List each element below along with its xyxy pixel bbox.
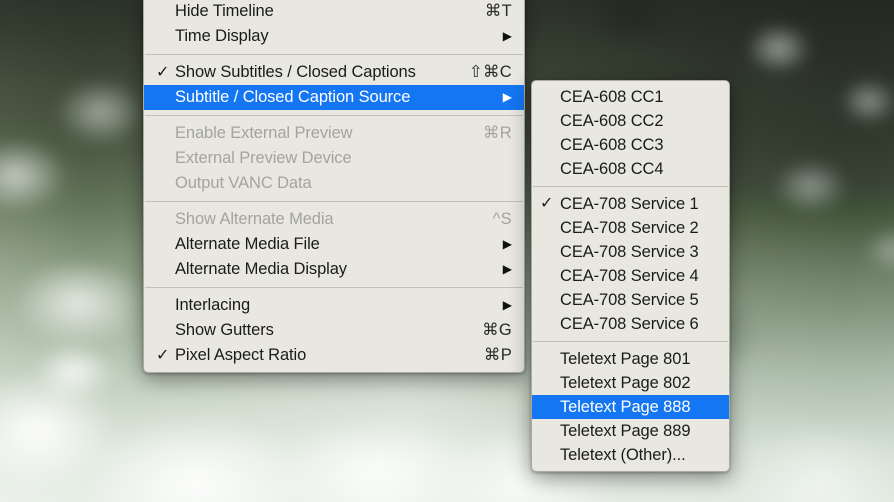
menu-item-label: Subtitle / Closed Caption Source bbox=[175, 85, 477, 110]
menu-item-cea-708-service-3[interactable]: CEA-708 Service 3 bbox=[532, 240, 729, 264]
menu-item-label: Output VANC Data bbox=[175, 171, 512, 196]
menu-item-teletext-page-889[interactable]: Teletext Page 889 bbox=[532, 419, 729, 443]
menu-item-label: Show Alternate Media bbox=[175, 207, 467, 232]
menu-item-teletext-other[interactable]: Teletext (Other)... bbox=[532, 443, 729, 467]
keyboard-shortcut: ⌘G bbox=[456, 318, 512, 343]
menu-item-cea-708-service-1[interactable]: ✓CEA-708 Service 1 bbox=[532, 192, 729, 216]
checkmark-icon: ✓ bbox=[540, 192, 560, 216]
menu-item-cea-608-cc2[interactable]: CEA-608 CC2 bbox=[532, 109, 729, 133]
menu-item-label: Time Display bbox=[175, 24, 477, 49]
menu-separator bbox=[145, 54, 523, 55]
menu-item-alternate-media-file[interactable]: Alternate Media File▶ bbox=[144, 232, 524, 257]
menu-separator bbox=[533, 186, 728, 187]
subtitle-closed-caption-source-submenu[interactable]: CEA-608 CC1CEA-608 CC2CEA-608 CC3CEA-608… bbox=[531, 80, 730, 472]
menu-item-label: Alternate Media Display bbox=[175, 257, 477, 282]
menu-item-teletext-page-802[interactable]: Teletext Page 802 bbox=[532, 371, 729, 395]
menu-item-show-subtitles-closed-captions[interactable]: ✓Show Subtitles / Closed Captions⇧⌘C bbox=[144, 60, 524, 85]
menu-item-label: Alternate Media File bbox=[175, 232, 477, 257]
menu-item-show-gutters[interactable]: Show Gutters⌘G bbox=[144, 318, 524, 343]
menu-item-interlacing[interactable]: Interlacing▶ bbox=[144, 293, 524, 318]
menu-item-cea-608-cc4[interactable]: CEA-608 CC4 bbox=[532, 157, 729, 181]
keyboard-shortcut: ⌘P bbox=[458, 343, 512, 368]
menu-item-label: Show Subtitles / Closed Captions bbox=[175, 60, 443, 85]
menu-item-label: Teletext Page 801 bbox=[560, 347, 717, 371]
menu-item-label: Hide Timeline bbox=[175, 0, 459, 24]
menu-item-pixel-aspect-ratio[interactable]: ✓Pixel Aspect Ratio⌘P bbox=[144, 343, 524, 368]
menu-item-cea-708-service-4[interactable]: CEA-708 Service 4 bbox=[532, 264, 729, 288]
menu-item-label: Pixel Aspect Ratio bbox=[175, 343, 458, 368]
menu-separator bbox=[533, 341, 728, 342]
keyboard-shortcut: ^S bbox=[467, 207, 512, 232]
menu-item-label: Enable External Preview bbox=[175, 121, 457, 146]
submenu-arrow-icon: ▶ bbox=[477, 85, 512, 110]
keyboard-shortcut: ⌘T bbox=[459, 0, 512, 24]
submenu-arrow-icon: ▶ bbox=[477, 257, 512, 282]
keyboard-shortcut: ⌘R bbox=[457, 121, 512, 146]
menu-item-label: CEA-608 CC1 bbox=[560, 85, 717, 109]
menu-item-cea-708-service-6[interactable]: CEA-708 Service 6 bbox=[532, 312, 729, 336]
menu-item-cea-608-cc3[interactable]: CEA-608 CC3 bbox=[532, 133, 729, 157]
menu-item-label: CEA-608 CC4 bbox=[560, 157, 717, 181]
menu-item-time-display[interactable]: Time Display▶ bbox=[144, 24, 524, 49]
menu-item-label: CEA-708 Service 1 bbox=[560, 192, 717, 216]
menu-item-label: Teletext (Other)... bbox=[560, 443, 717, 467]
menu-item-label: Teletext Page 888 bbox=[560, 395, 717, 419]
menu-item-subtitle-closed-caption-source[interactable]: Subtitle / Closed Caption Source▶ bbox=[144, 85, 524, 110]
menu-separator bbox=[145, 287, 523, 288]
menu-item-external-preview-device: External Preview Device bbox=[144, 146, 524, 171]
menu-item-label: CEA-708 Service 3 bbox=[560, 240, 717, 264]
menu-item-enable-external-preview: Enable External Preview⌘R bbox=[144, 121, 524, 146]
menu-item-label: CEA-708 Service 5 bbox=[560, 288, 717, 312]
menu-item-cea-608-cc1[interactable]: CEA-608 CC1 bbox=[532, 85, 729, 109]
view-menu[interactable]: Hide Timeline⌘TTime Display▶✓Show Subtit… bbox=[143, 0, 525, 373]
checkmark-icon: ✓ bbox=[156, 343, 175, 368]
keyboard-shortcut: ⇧⌘C bbox=[443, 60, 512, 85]
menu-item-label: Show Gutters bbox=[175, 318, 456, 343]
menu-item-label: CEA-708 Service 6 bbox=[560, 312, 717, 336]
submenu-arrow-icon: ▶ bbox=[477, 293, 512, 318]
submenu-arrow-icon: ▶ bbox=[477, 24, 512, 49]
checkmark-icon: ✓ bbox=[156, 60, 175, 85]
menu-item-label: Teletext Page 802 bbox=[560, 371, 717, 395]
submenu-arrow-icon: ▶ bbox=[477, 232, 512, 257]
menu-separator bbox=[145, 201, 523, 202]
menu-item-label: External Preview Device bbox=[175, 146, 512, 171]
menu-item-label: Teletext Page 889 bbox=[560, 419, 717, 443]
menu-item-show-alternate-media: Show Alternate Media^S bbox=[144, 207, 524, 232]
menu-item-output-vanc-data: Output VANC Data bbox=[144, 171, 524, 196]
menu-item-label: CEA-608 CC3 bbox=[560, 133, 717, 157]
menu-item-cea-708-service-2[interactable]: CEA-708 Service 2 bbox=[532, 216, 729, 240]
menu-item-label: CEA-708 Service 4 bbox=[560, 264, 717, 288]
menu-item-teletext-page-801[interactable]: Teletext Page 801 bbox=[532, 347, 729, 371]
screen: Hide Timeline⌘TTime Display▶✓Show Subtit… bbox=[0, 0, 894, 502]
menu-item-label: Interlacing bbox=[175, 293, 477, 318]
menu-separator bbox=[145, 115, 523, 116]
menu-item-alternate-media-display[interactable]: Alternate Media Display▶ bbox=[144, 257, 524, 282]
menu-item-label: CEA-708 Service 2 bbox=[560, 216, 717, 240]
menu-item-cea-708-service-5[interactable]: CEA-708 Service 5 bbox=[532, 288, 729, 312]
menu-item-hide-timeline[interactable]: Hide Timeline⌘T bbox=[144, 0, 524, 24]
menu-item-teletext-page-888[interactable]: Teletext Page 888 bbox=[532, 395, 729, 419]
menu-item-label: CEA-608 CC2 bbox=[560, 109, 717, 133]
